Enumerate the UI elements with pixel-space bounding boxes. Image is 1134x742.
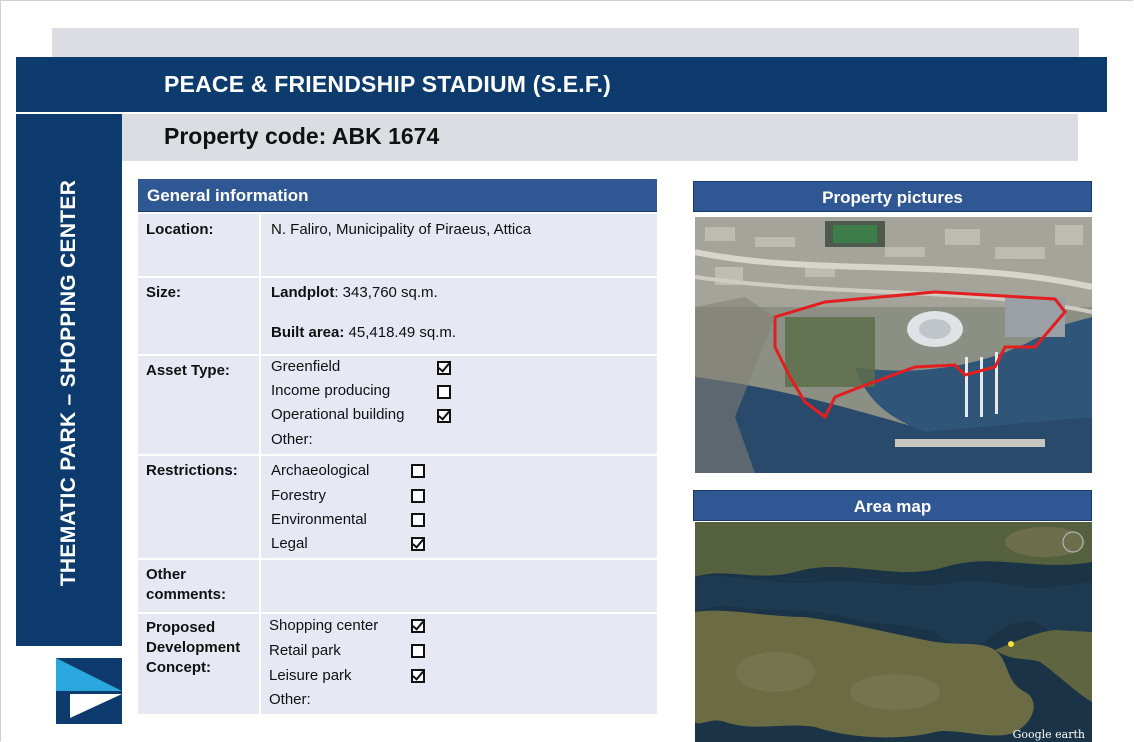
asset-option-operational: Operational building — [271, 406, 405, 423]
concept-leisure-park: Leisure park — [269, 667, 352, 684]
concept-retail-park: Retail park — [269, 642, 341, 659]
restriction-forestry: Forestry — [271, 487, 327, 504]
leisure-park-checkbox[interactable] — [411, 669, 425, 683]
other-comments-label-line2: comments: — [146, 586, 227, 603]
archaeological-checkbox[interactable] — [411, 464, 425, 478]
operational-building-checkbox[interactable] — [437, 409, 451, 423]
area-map: Google earth — [695, 522, 1092, 742]
built-area-value: Built area: 45,418.49 sq.m. — [271, 324, 457, 341]
asset-option-income: Income producing — [271, 382, 391, 399]
map-credit: Google earth — [1013, 728, 1085, 741]
legal-checkbox[interactable] — [411, 537, 425, 551]
restriction-legal: Legal — [271, 535, 308, 552]
location-label: Location: — [146, 221, 214, 238]
concept-other-label: Other: — [269, 691, 311, 708]
greenfield-checkbox[interactable] — [437, 361, 451, 375]
development-label-line3: Concept: — [146, 659, 211, 676]
asset-other-label: Other: — [271, 431, 313, 448]
concept-shopping-center: Shopping center — [269, 617, 379, 634]
property-pictures-header: Property pictures — [693, 181, 1092, 212]
development-concept-row — [138, 614, 657, 714]
area-map-header: Area map — [693, 490, 1092, 521]
location-value: N. Faliro, Municipality of Piraeus, Atti… — [271, 221, 532, 238]
asset-type-label: Asset Type: — [146, 362, 230, 379]
restrictions-label: Restrictions: — [146, 462, 238, 479]
general-info-header: General information — [138, 179, 657, 212]
environmental-checkbox[interactable] — [411, 513, 425, 527]
landplot-value: Landplot: 343,760 sq.m. — [271, 284, 438, 301]
restriction-archaeological: Archaeological — [271, 462, 370, 479]
asset-option-greenfield: Greenfield — [271, 358, 341, 375]
aerial-photo — [695, 217, 1092, 473]
page-title: PEACE & FRIENDSHIP STADIUM (S.E.F.) — [164, 71, 612, 97]
income-producing-checkbox[interactable] — [437, 385, 451, 399]
development-label-line1: Proposed — [146, 619, 216, 636]
forestry-checkbox[interactable] — [411, 489, 425, 503]
shopping-center-checkbox[interactable] — [411, 619, 425, 633]
top-band — [52, 28, 1079, 58]
development-label-line2: Development — [146, 639, 241, 656]
property-code: Property code: ABK 1674 — [164, 123, 440, 149]
other-comments-label-line1: Other — [146, 566, 187, 583]
company-logo — [56, 658, 122, 724]
retail-park-checkbox[interactable] — [411, 644, 425, 658]
size-label: Size: — [146, 284, 182, 301]
category-label: THEMATIC PARK – SHOPPING CENTER — [57, 179, 80, 587]
restriction-environmental: Environmental — [271, 511, 367, 528]
